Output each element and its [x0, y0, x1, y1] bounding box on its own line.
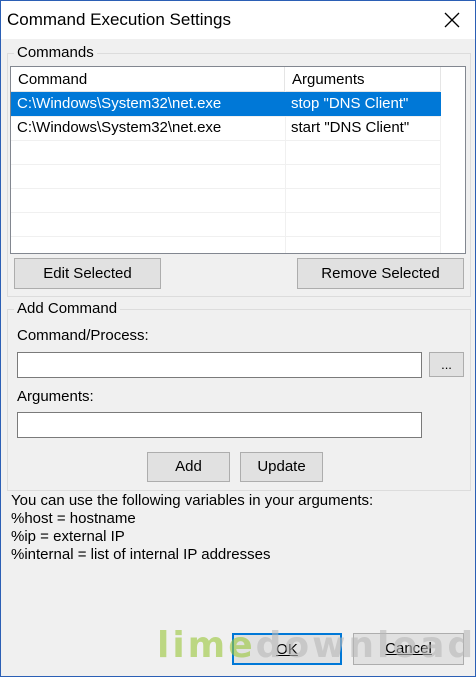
edit-selected-button[interactable]: Edit Selected	[14, 258, 161, 289]
list-header: Command Arguments	[11, 67, 441, 92]
command-process-label: Command/Process:	[17, 327, 149, 344]
list-row-empty	[11, 212, 441, 237]
commands-list[interactable]: Command Arguments C:\Windows\System32\ne…	[10, 66, 466, 254]
list-row[interactable]: C:\Windows\System32\net.exe start "DNS C…	[11, 116, 441, 141]
row-arguments: start "DNS Client"	[291, 119, 410, 136]
list-row-empty	[11, 140, 441, 165]
row-arguments: stop "DNS Client"	[291, 95, 409, 112]
title-bar: Command Execution Settings	[1, 1, 475, 39]
cancel-button[interactable]: Cancel	[353, 633, 464, 665]
list-row-empty	[11, 188, 441, 213]
commands-group-label: Commands	[14, 44, 97, 61]
window-title: Command Execution Settings	[7, 10, 231, 29]
cancel-label: Cancel	[385, 640, 432, 657]
update-button[interactable]: Update	[240, 452, 323, 482]
row-command: C:\Windows\System32\net.exe	[17, 119, 222, 136]
variables-help-text: You can use the following variables in y…	[11, 492, 374, 509]
list-row-empty	[11, 236, 441, 253]
close-icon	[444, 12, 460, 28]
list-row-empty	[11, 164, 441, 189]
arguments-field[interactable]	[17, 412, 422, 438]
variable-ip: %ip = external IP	[11, 528, 125, 545]
column-header-command[interactable]: Command	[11, 67, 285, 91]
command-process-field[interactable]	[17, 352, 422, 378]
ok-label: OK	[276, 641, 298, 658]
row-command: C:\Windows\System32\net.exe	[17, 95, 222, 112]
command-execution-settings-dialog: Command Execution Settings Commands Comm…	[0, 0, 476, 677]
ok-button[interactable]: OK	[232, 633, 342, 665]
variable-host: %host = hostname	[11, 510, 136, 527]
variable-internal: %internal = list of internal IP addresse…	[11, 546, 271, 563]
column-header-arguments[interactable]: Arguments	[285, 67, 441, 91]
add-command-group-label: Add Command	[14, 300, 121, 317]
add-button[interactable]: Add	[147, 452, 230, 482]
arguments-label: Arguments:	[17, 388, 94, 405]
close-button[interactable]	[429, 1, 475, 39]
list-row[interactable]: C:\Windows\System32\net.exe stop "DNS Cl…	[11, 92, 441, 117]
browse-button[interactable]: ...	[429, 352, 464, 377]
remove-selected-button[interactable]: Remove Selected	[297, 258, 464, 289]
